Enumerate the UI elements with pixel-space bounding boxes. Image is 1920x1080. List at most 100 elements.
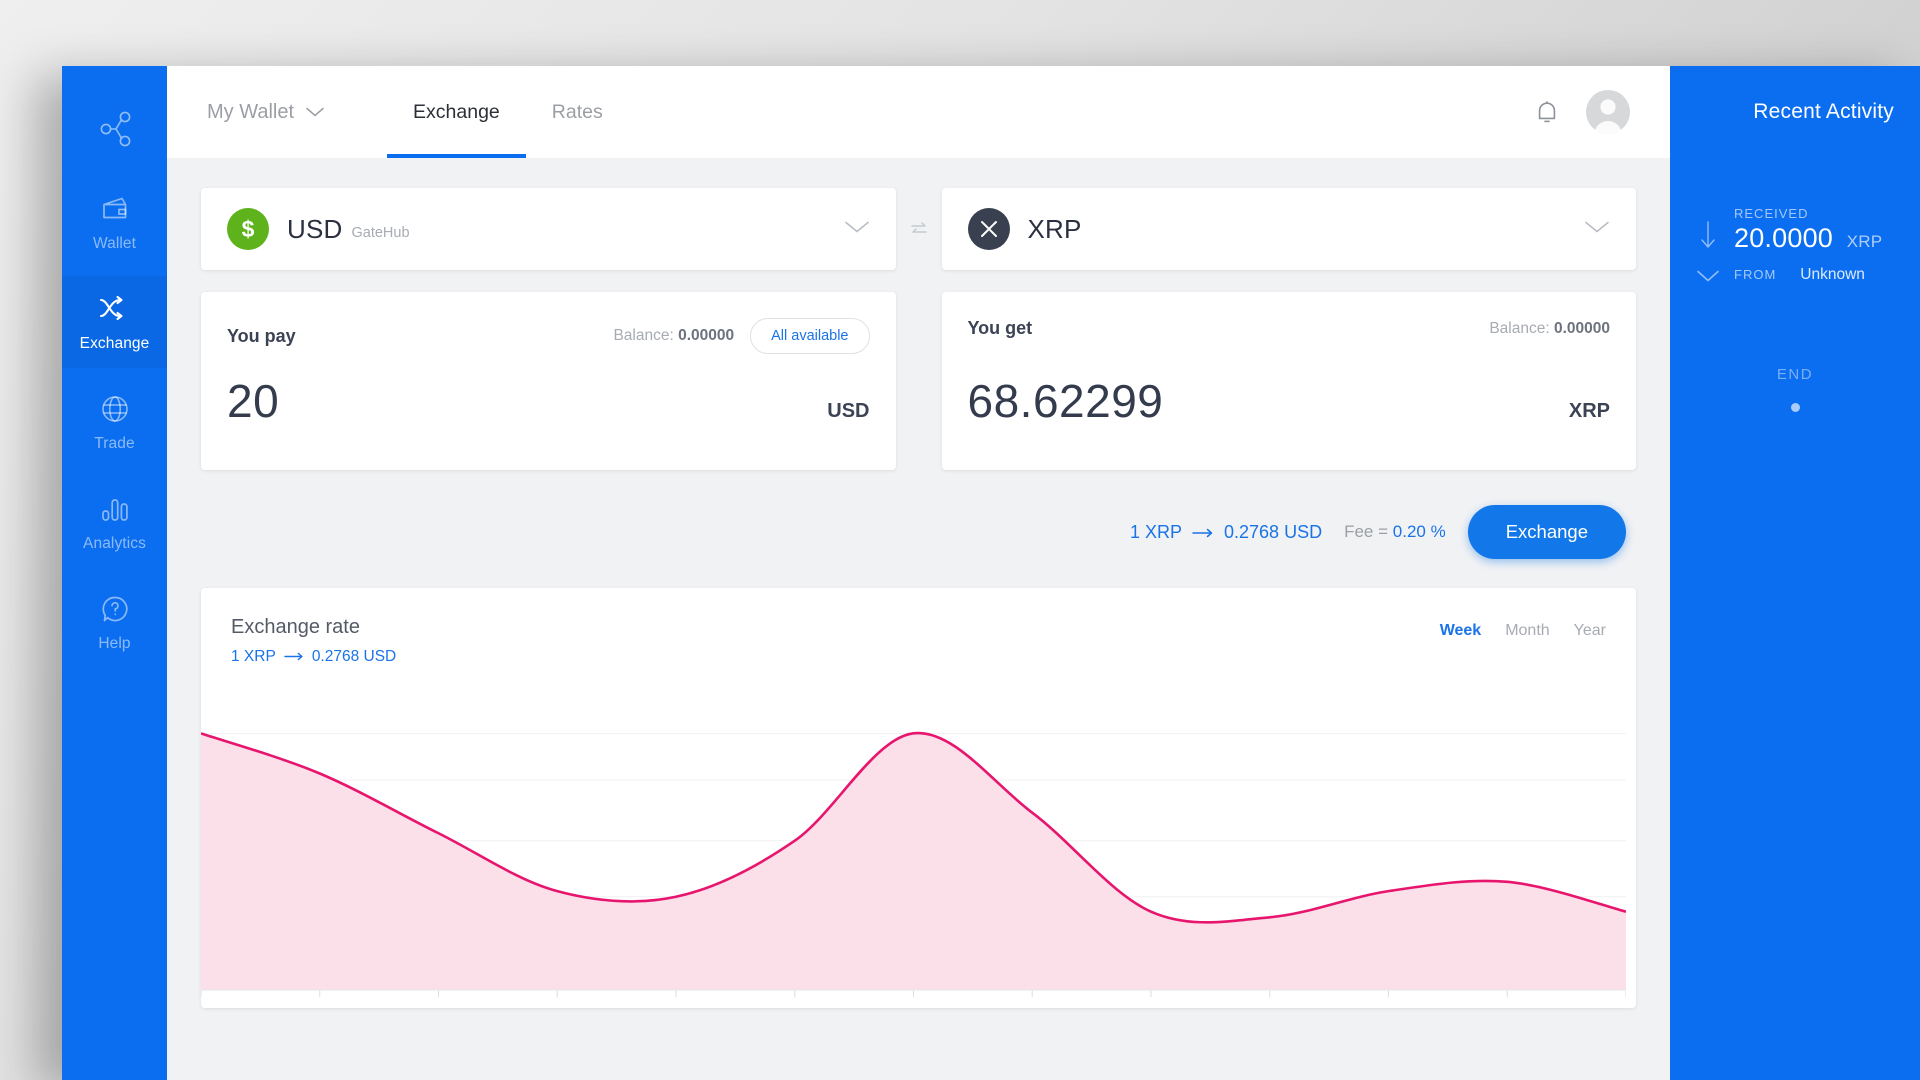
chart-range-selector: Week Month Year bbox=[1440, 616, 1606, 666]
chart-rate-summary: 1 XRP 0.2768 USD bbox=[231, 648, 396, 666]
usd-badge-icon: $ bbox=[227, 208, 269, 250]
chevron-down-icon[interactable] bbox=[1696, 269, 1720, 288]
sidebar-item-label: Analytics bbox=[83, 534, 146, 552]
you-pay-meta: Balance: 0.00000 All available bbox=[613, 318, 870, 354]
bar-chart-icon bbox=[99, 492, 131, 526]
chart-rate-to: 0.2768 USD bbox=[311, 648, 397, 665]
activity-item[interactable]: RECEIVED 20.0000 XRP FROM Unknown bbox=[1696, 206, 1894, 288]
chart-range-week[interactable]: Week bbox=[1440, 622, 1482, 666]
you-pay-input[interactable]: 20 bbox=[227, 374, 279, 428]
activity-from-value: Unknown bbox=[1800, 266, 1865, 283]
app-window: Wallet Exchange Trade Analytics Help My … bbox=[62, 66, 1920, 1080]
tab-label: Rates bbox=[551, 100, 603, 123]
activity-amount-value: 20.0000 bbox=[1734, 223, 1833, 253]
activity-from-row: FROM Unknown bbox=[1734, 266, 1894, 284]
top-bar: My Wallet Exchange Rates bbox=[167, 66, 1670, 158]
currency-selector-to[interactable]: XRP bbox=[941, 188, 1636, 270]
bell-icon[interactable] bbox=[1534, 98, 1560, 126]
shuffle-icon bbox=[98, 292, 132, 326]
rate-from: 1 XRP bbox=[1129, 521, 1183, 542]
currency-code-to: XRP bbox=[1027, 213, 1082, 244]
amount-gap bbox=[896, 292, 942, 470]
exchange-button[interactable]: Exchange bbox=[1467, 505, 1626, 559]
swap-horizontal-icon[interactable] bbox=[896, 218, 942, 240]
you-pay-currency: USD bbox=[827, 400, 870, 422]
chart-range-year[interactable]: Year bbox=[1574, 622, 1606, 666]
chart-x-ticks bbox=[201, 990, 1626, 997]
you-get-title: You get bbox=[967, 318, 1033, 338]
activity-amount-currency: XRP bbox=[1846, 232, 1883, 251]
balance-label: Balance: bbox=[613, 327, 674, 344]
fee-summary: Fee = 0.20 % bbox=[1344, 522, 1446, 542]
chart-header-left: Exchange rate 1 XRP 0.2768 USD bbox=[231, 616, 396, 666]
currency-code-from: USD bbox=[287, 213, 343, 244]
you-get-currency: XRP bbox=[1568, 400, 1610, 422]
sidebar-item-exchange[interactable]: Exchange bbox=[62, 276, 167, 368]
sidebar-item-help[interactable]: Help bbox=[62, 576, 167, 668]
share-nodes-icon[interactable] bbox=[62, 90, 167, 168]
exchange-rate-chart-card: Exchange rate 1 XRP 0.2768 USD Week Mont… bbox=[201, 588, 1636, 1008]
currency-issuer-from: GateHub bbox=[351, 224, 410, 241]
tab-exchange[interactable]: Exchange bbox=[387, 66, 526, 158]
fee-value: 0.20 % bbox=[1392, 522, 1446, 541]
currency-selector-row: $ USD GateHub XRP bbox=[201, 188, 1636, 270]
recent-activity-title: Recent Activity bbox=[1753, 100, 1894, 123]
you-pay-balance: Balance: 0.00000 bbox=[613, 327, 734, 345]
activity-item-icons bbox=[1696, 206, 1720, 288]
top-bar-actions bbox=[1534, 66, 1636, 158]
question-help-icon bbox=[99, 592, 131, 626]
you-pay-header: You pay Balance: 0.00000 All available bbox=[227, 318, 870, 354]
chart-area-fill bbox=[201, 733, 1626, 991]
you-pay-card: You pay Balance: 0.00000 All available 2… bbox=[201, 292, 896, 470]
you-pay-title: You pay bbox=[227, 325, 296, 346]
chart-rate-from: 1 XRP bbox=[231, 648, 276, 665]
sidebar-item-label: Exchange bbox=[79, 334, 150, 352]
activity-end-label: END bbox=[1776, 366, 1814, 383]
chevron-down-icon bbox=[844, 220, 870, 239]
you-get-header: You get Balance: 0.00000 bbox=[968, 318, 1611, 339]
all-available-button[interactable]: All available bbox=[750, 318, 870, 354]
sidebar-item-analytics[interactable]: Analytics bbox=[62, 476, 167, 568]
rate-summary[interactable]: 1 XRP 0.2768 USD bbox=[1130, 522, 1322, 543]
main-column: My Wallet Exchange Rates $ USD GateHub X… bbox=[167, 66, 1670, 1080]
chart-plot[interactable] bbox=[201, 710, 1626, 1008]
currency-selector-from[interactable]: $ USD GateHub bbox=[201, 188, 896, 270]
sidebar-item-wallet[interactable]: Wallet bbox=[62, 176, 167, 268]
amount-row: You pay Balance: 0.00000 All available 2… bbox=[201, 292, 1636, 470]
activity-pagination-dot[interactable] bbox=[1790, 403, 1800, 412]
wallet-icon bbox=[99, 192, 131, 226]
you-get-input[interactable]: 68.62299 bbox=[968, 374, 1164, 428]
arrow-right-icon bbox=[284, 648, 304, 666]
you-get-value-row: 68.62299 XRP bbox=[968, 374, 1611, 470]
chart-range-month[interactable]: Month bbox=[1505, 622, 1549, 666]
activity-kind: RECEIVED bbox=[1734, 206, 1809, 221]
globe-icon bbox=[99, 392, 131, 426]
xrp-badge-icon bbox=[967, 208, 1010, 250]
wallet-selector[interactable]: My Wallet bbox=[201, 66, 347, 158]
recent-activity-list: RECEIVED 20.0000 XRP FROM Unknown bbox=[1696, 158, 1894, 288]
recent-activity-panel: Recent Activity RECEIVED 20.0000 XRP FRO… bbox=[1670, 66, 1920, 1080]
chart-svg bbox=[201, 710, 1626, 1008]
you-get-meta: Balance: 0.00000 bbox=[1489, 320, 1610, 338]
chevron-down-icon bbox=[305, 101, 325, 124]
tab-label: Exchange bbox=[413, 100, 500, 123]
sidebar: Wallet Exchange Trade Analytics Help bbox=[62, 66, 167, 1080]
sidebar-item-trade[interactable]: Trade bbox=[62, 376, 167, 468]
arrow-down-icon bbox=[1698, 220, 1718, 255]
you-pay-value-row: 20 USD bbox=[227, 374, 870, 470]
sidebar-item-label: Help bbox=[98, 634, 131, 652]
avatar[interactable] bbox=[1586, 90, 1630, 134]
action-row: 1 XRP 0.2768 USD Fee = 0.20 % Exchange bbox=[201, 504, 1636, 560]
you-get-balance: Balance: 0.00000 bbox=[1489, 320, 1610, 338]
content-area: $ USD GateHub XRP You pay Balance: 0.000… bbox=[167, 158, 1670, 1080]
chart-header: Exchange rate 1 XRP 0.2768 USD Week Mont… bbox=[201, 588, 1636, 666]
wallet-selector-label: My Wallet bbox=[207, 100, 295, 123]
balance-value: 0.00000 bbox=[678, 327, 735, 344]
chevron-down-icon bbox=[1584, 220, 1610, 239]
sidebar-item-label: Trade bbox=[94, 434, 135, 452]
chart-title: Exchange rate bbox=[231, 616, 360, 638]
rate-to: 0.2768 USD bbox=[1224, 521, 1323, 542]
tab-rates[interactable]: Rates bbox=[526, 66, 629, 158]
arrow-right-icon bbox=[1192, 522, 1214, 543]
fee-label: Fee = bbox=[1344, 522, 1389, 541]
